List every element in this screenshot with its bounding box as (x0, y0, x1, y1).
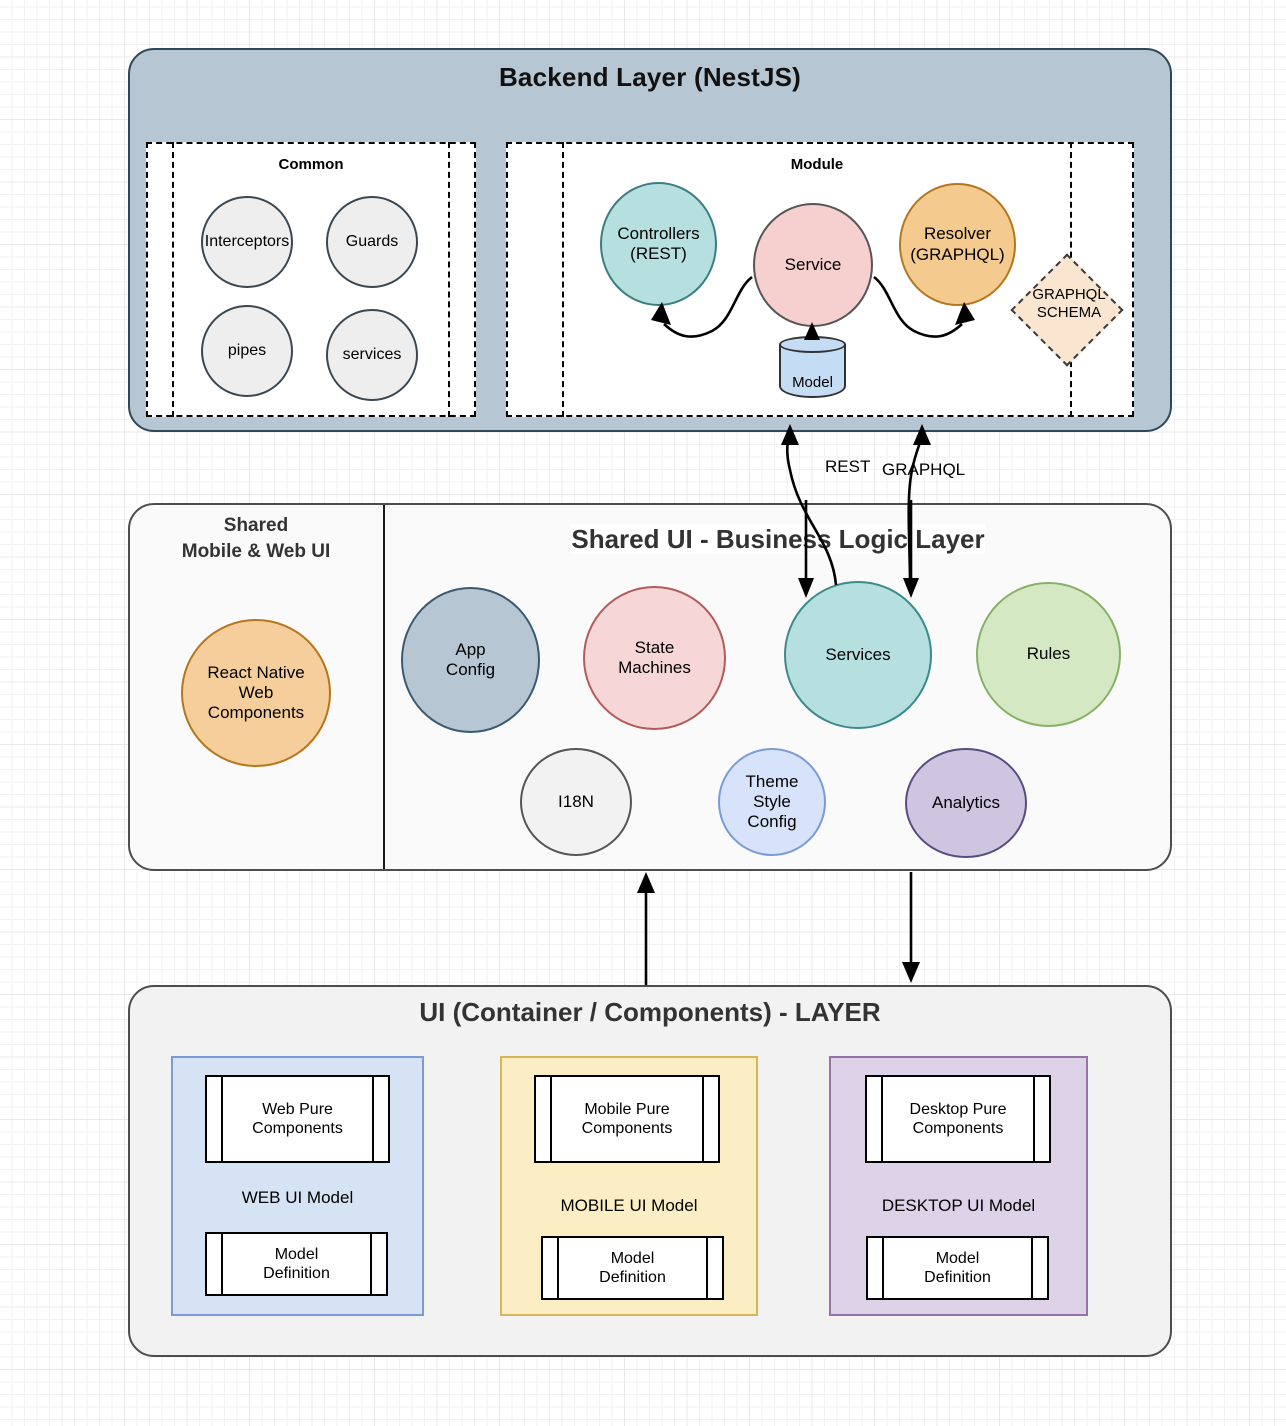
web-ui-model-label: WEB UI Model (241, 1188, 354, 1207)
node-model-cylinder[interactable]: Model (779, 336, 846, 406)
edge-graphql-label: GRAPHQL (882, 460, 965, 479)
component-web-pure-components[interactable]: Web Pure Components (205, 1075, 390, 1163)
component-web-model-definition-label: Model Definition (263, 1245, 330, 1282)
component-right-bar (706, 1236, 708, 1300)
shared-ui-vertical-divider (383, 505, 385, 869)
component-desktop-pure-components-label: Desktop Pure Components (909, 1100, 1007, 1137)
node-interceptors[interactable]: Interceptors (201, 196, 293, 288)
component-desktop-model-definition[interactable]: Model Definition (866, 1236, 1049, 1300)
component-mobile-pure-components-label: Mobile Pure Components (581, 1100, 673, 1137)
node-model-label: Model (792, 374, 833, 391)
edge-shared-to-ui-down-arrowhead (902, 962, 920, 983)
component-desktop-model-definition-label: Model Definition (924, 1249, 991, 1286)
node-services-common[interactable]: services (326, 309, 418, 401)
cylinder-top-ellipse (779, 336, 846, 353)
ui-layer-title: UI (Container / Components) - LAYER (419, 997, 881, 1027)
component-left-bar (550, 1075, 552, 1163)
node-controllers-rest[interactable]: Controllers (REST) (600, 182, 717, 306)
shared-ui-business-logic-title: Shared UI - Business Logic Layer (571, 524, 985, 554)
node-react-native-web-components[interactable]: React Native Web Components (181, 619, 331, 767)
node-react-native-web-components-label: React Native Web Components (207, 662, 305, 723)
node-service[interactable]: Service (753, 203, 873, 327)
node-app-config-label: App Config (445, 639, 496, 679)
component-left-bar (221, 1075, 223, 1163)
node-rules-label: Rules (1026, 644, 1071, 664)
node-services-shared-label: Services (825, 644, 891, 664)
node-graphql-schema-label: GRAPHQL SCHEMA (1032, 286, 1106, 321)
desktop-ui-model-label: DESKTOP UI Model (881, 1196, 1036, 1215)
edge-rest-label: REST (825, 457, 870, 476)
diagram-canvas: Backend Layer (NestJS) Common Intercepto… (0, 0, 1286, 1426)
component-right-bar (370, 1232, 372, 1296)
component-right-bar (372, 1075, 374, 1163)
node-graphql-schema[interactable]: GRAPHQL SCHEMA (1010, 253, 1125, 368)
mobile-ui-model-label: MOBILE UI Model (560, 1196, 698, 1215)
component-mobile-pure-components[interactable]: Mobile Pure Components (534, 1075, 720, 1163)
node-guards-label: Guards (345, 232, 399, 250)
component-desktop-pure-components[interactable]: Desktop Pure Components (865, 1075, 1051, 1163)
node-state-machines-label: State Machines (618, 637, 691, 677)
node-service-label: Service (784, 254, 842, 274)
node-pipes[interactable]: pipes (201, 305, 293, 397)
module-group-title: Module (790, 156, 844, 173)
node-theme-style-config-label: Theme Style Config (745, 771, 799, 832)
component-web-model-definition[interactable]: Model Definition (205, 1232, 388, 1296)
component-left-bar (221, 1232, 223, 1296)
node-pipes-label: pipes (227, 341, 267, 359)
component-mobile-model-definition[interactable]: Model Definition (541, 1236, 724, 1300)
node-resolver-graphql[interactable]: Resolver (GRAPHQL) (899, 183, 1016, 306)
component-mobile-model-definition-label: Model Definition (599, 1249, 666, 1286)
node-rules[interactable]: Rules (976, 582, 1121, 727)
node-i18n[interactable]: I18N (520, 748, 632, 856)
shared-mobile-web-ui-title: Shared Mobile & Web UI (181, 515, 331, 562)
backend-layer-title: Backend Layer (NestJS) (498, 62, 802, 92)
node-resolver-graphql-label: Resolver (GRAPHQL) (910, 224, 1005, 264)
node-theme-style-config[interactable]: Theme Style Config (718, 748, 826, 856)
component-right-bar (1033, 1075, 1035, 1163)
component-right-bar (1031, 1236, 1033, 1300)
node-state-machines[interactable]: State Machines (583, 586, 726, 730)
node-guards[interactable]: Guards (326, 196, 418, 288)
component-web-pure-components-label: Web Pure Components (252, 1100, 343, 1137)
node-services-shared[interactable]: Services (784, 581, 932, 729)
component-left-bar (882, 1236, 884, 1300)
node-services-common-label: services (342, 345, 402, 363)
component-left-bar (557, 1236, 559, 1300)
node-controllers-rest-label: Controllers (REST) (617, 223, 700, 263)
node-interceptors-label: Interceptors (204, 232, 290, 250)
node-analytics-label: Analytics (931, 792, 1001, 812)
component-right-bar (702, 1075, 704, 1163)
edge-ui-to-shared-up-arrowhead (637, 872, 655, 893)
node-i18n-label: I18N (558, 791, 594, 811)
common-group-title: Common (278, 156, 344, 173)
component-left-bar (881, 1075, 883, 1163)
node-analytics[interactable]: Analytics (905, 748, 1027, 858)
node-app-config[interactable]: App Config (401, 587, 540, 733)
